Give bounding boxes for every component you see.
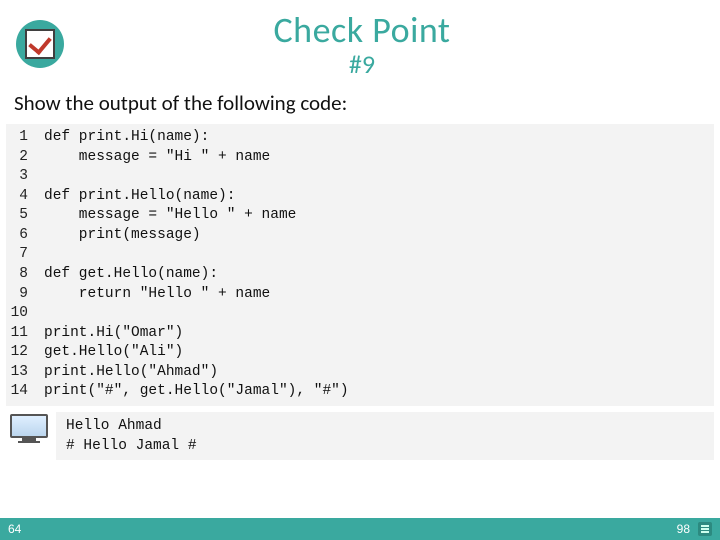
menu-icon	[698, 522, 712, 536]
footer-right-number: 98	[677, 522, 690, 536]
code-content: def print.Hi(name): message = "Hi " + na…	[36, 124, 357, 406]
line-number: 2	[6, 148, 28, 168]
line-number: 1	[6, 128, 28, 148]
output-row: Hello Ahmad # Hello Jamal #	[6, 412, 714, 461]
line-number: 6	[6, 226, 28, 246]
line-number-gutter: 1234567891011121314	[6, 124, 36, 406]
footer-left-number: 64	[8, 522, 21, 536]
footer-bar: 64 98	[0, 518, 720, 540]
line-number: 9	[6, 285, 28, 305]
line-number: 10	[6, 304, 28, 324]
prompt-text: Show the output of the following code:	[0, 84, 720, 124]
line-number: 7	[6, 245, 28, 265]
line-number: 12	[6, 343, 28, 363]
title-main: Check Point	[80, 8, 644, 52]
line-number: 3	[6, 167, 28, 187]
line-number: 11	[6, 324, 28, 344]
title-sub: #9	[80, 48, 644, 80]
monitor-icon	[10, 414, 48, 444]
slide-header: Check Point #9	[0, 0, 720, 84]
line-number: 4	[6, 187, 28, 207]
output-block: Hello Ahmad # Hello Jamal #	[56, 412, 714, 461]
line-number: 8	[6, 265, 28, 285]
code-block: 1234567891011121314 def print.Hi(name): …	[6, 124, 714, 406]
title-block: Check Point #9	[80, 8, 644, 80]
checkpoint-logo	[16, 20, 64, 68]
line-number: 14	[6, 382, 28, 402]
checkmark-icon	[25, 29, 55, 59]
line-number: 13	[6, 363, 28, 383]
line-number: 5	[6, 206, 28, 226]
